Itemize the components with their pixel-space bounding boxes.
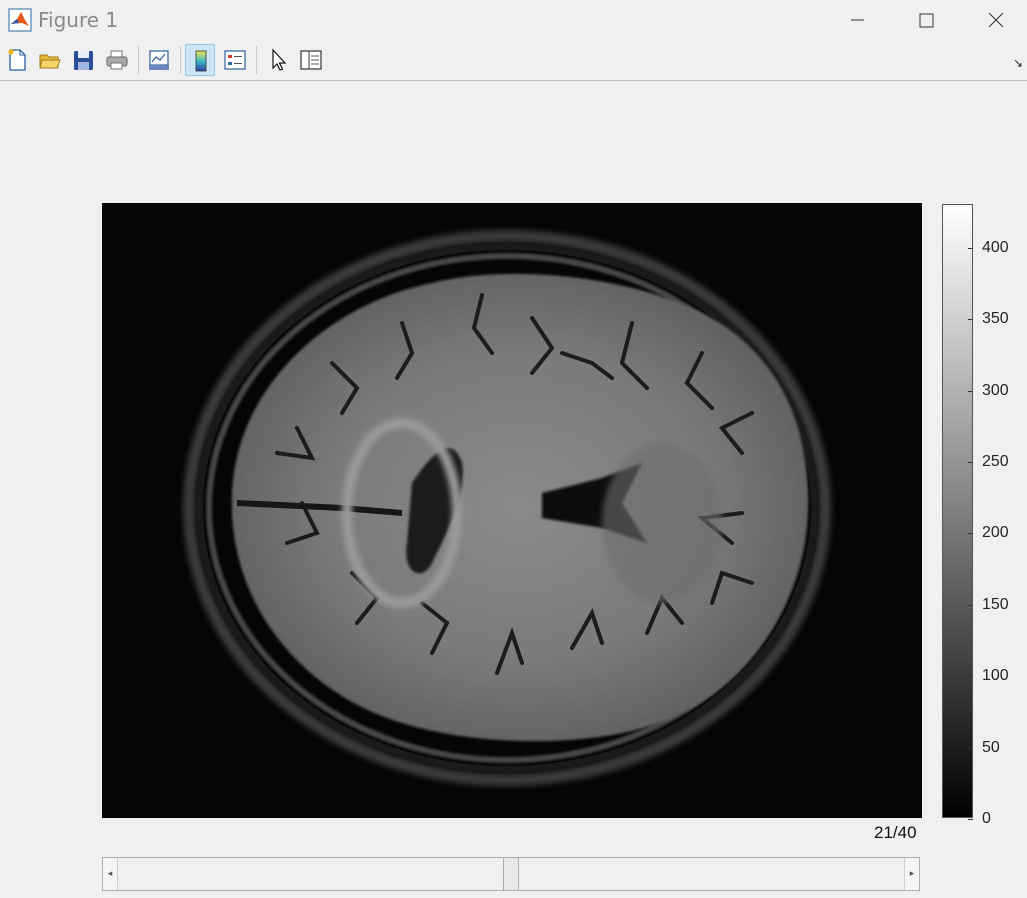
- toolbar-separator: [256, 46, 257, 74]
- colorbar-tick: [968, 533, 973, 535]
- colorbar-tick: [968, 747, 973, 749]
- colorbar[interactable]: [942, 204, 973, 818]
- title-bar: Figure 1: [0, 0, 1027, 40]
- maximize-icon: [919, 13, 934, 28]
- new-file-icon: [8, 49, 26, 71]
- colorbar-tick-label: 350: [982, 310, 1009, 328]
- panel-icon: [300, 50, 322, 70]
- legend-icon: [224, 50, 246, 70]
- edit-plot-button[interactable]: [264, 44, 294, 76]
- slice-indicator: 21/40: [874, 823, 917, 842]
- minimize-icon: [851, 19, 864, 21]
- slider-left-arrow-icon[interactable]: ◂: [103, 858, 118, 890]
- colorbar-tick-label: 0: [982, 810, 991, 827]
- colorbar-tick: [968, 462, 973, 464]
- colorbar-tick: [968, 390, 973, 392]
- toolbar-overflow-icon[interactable]: ↘: [1013, 56, 1023, 70]
- save-button[interactable]: [69, 44, 99, 76]
- cursor-arrow-icon: [272, 48, 287, 71]
- colorbar-tick-label: 150: [982, 595, 1009, 613]
- colorbar-tick-label: 300: [982, 381, 1009, 399]
- toolbar-separator: [180, 46, 181, 74]
- insert-legend-button[interactable]: [220, 44, 250, 76]
- matlab-icon: [8, 8, 32, 32]
- colorbar-tick-label: 400: [982, 238, 1009, 256]
- print-button[interactable]: [102, 44, 132, 76]
- colorbar-tick: [968, 819, 973, 820]
- link-plot-button[interactable]: [144, 44, 174, 76]
- link-plot-icon: [149, 50, 169, 70]
- slider-thumb[interactable]: [503, 858, 519, 890]
- colorbar-tick-label: 50: [982, 738, 1000, 756]
- slice-slider[interactable]: ◂ ▸: [102, 857, 920, 891]
- floppy-icon: [74, 51, 93, 70]
- maximize-button[interactable]: [891, 0, 961, 40]
- colorbar-tick: [968, 604, 973, 606]
- colorbar-tick-label: 100: [982, 667, 1009, 685]
- close-button[interactable]: [961, 0, 1027, 40]
- new-figure-button[interactable]: [2, 44, 32, 76]
- colorbar-icon: [195, 50, 207, 72]
- minimize-button[interactable]: [822, 0, 892, 40]
- folder-open-icon: [39, 54, 61, 69]
- slider-right-arrow-icon[interactable]: ▸: [904, 858, 919, 890]
- colorbar-tick: [968, 676, 973, 678]
- open-file-button[interactable]: [35, 44, 65, 76]
- close-icon: [988, 12, 1004, 28]
- toolbar-separator: [138, 46, 139, 74]
- window-title: Figure 1: [38, 8, 119, 32]
- mri-brain-slice-icon: [183, 230, 831, 786]
- image-axes[interactable]: [102, 203, 922, 818]
- printer-icon: [106, 50, 128, 70]
- property-inspector-button[interactable]: [296, 44, 326, 76]
- colorbar-tick-label: 250: [982, 453, 1009, 471]
- colorbar-tick-label: 200: [982, 524, 1009, 542]
- colorbar-tick: [968, 247, 973, 249]
- insert-colorbar-button[interactable]: [185, 44, 215, 76]
- figure-toolbar: [0, 40, 1027, 81]
- colorbar-tick: [968, 319, 973, 321]
